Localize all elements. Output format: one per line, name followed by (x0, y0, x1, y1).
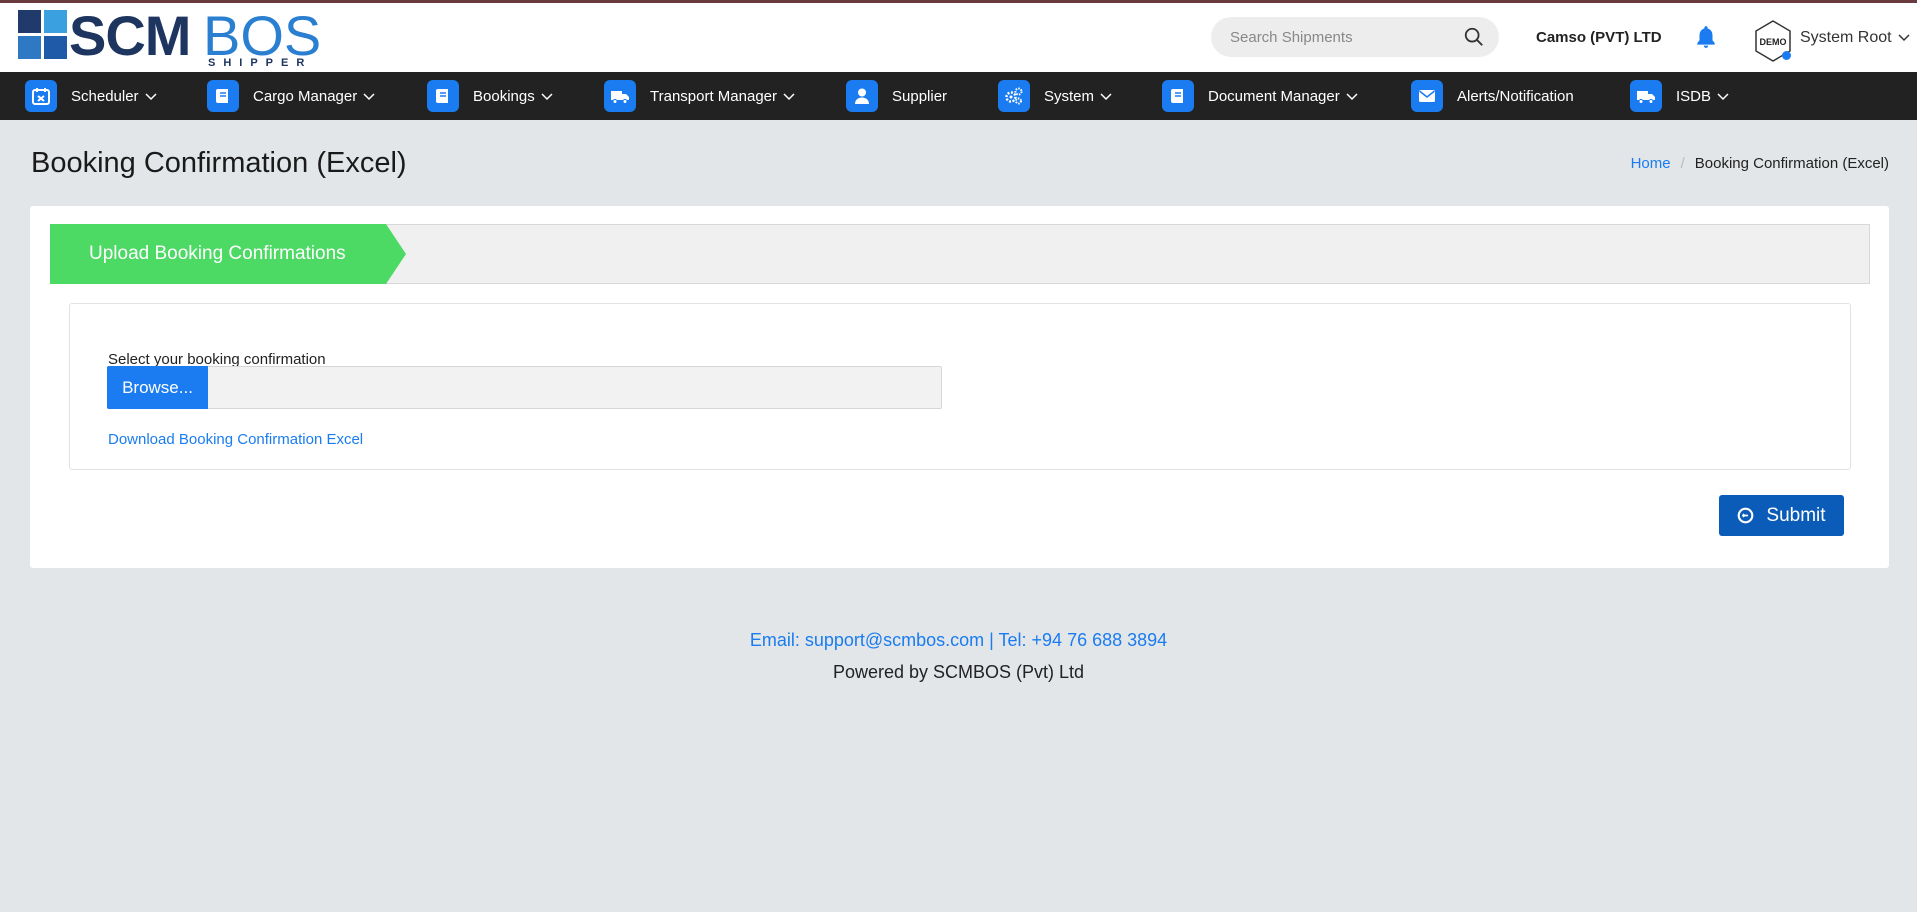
chevron-down-icon (363, 93, 375, 101)
logo-square (44, 36, 67, 59)
footer-powered-by: Powered by SCMBOS (Pvt) Ltd (832, 662, 1085, 682)
chevron-down-icon (145, 93, 157, 101)
top-header: SCM BOS SHIPPER Search Shipments Camso (… (0, 3, 1917, 72)
footer-contact[interactable]: Email: support@scmbos.com | Tel: +94 76 … (0, 630, 1917, 651)
chevron-down-icon (783, 93, 795, 101)
truck-icon (604, 80, 636, 112)
wizard-steps: Upload Booking Confirmations (50, 224, 1870, 284)
search-placeholder: Search Shipments (1230, 29, 1353, 46)
nav-item-document-manager[interactable]: Document Manager (1162, 72, 1358, 120)
avatar[interactable]: DEMO (1753, 19, 1793, 63)
logo-square (44, 10, 67, 33)
chevron-down-icon (1717, 93, 1729, 101)
envelope-icon (1411, 80, 1443, 112)
book-icon (207, 80, 239, 112)
download-template-link[interactable]: Download Booking Confirmation Excel (108, 431, 363, 448)
truck-icon (1630, 80, 1662, 112)
upload-card: Upload Booking Confirmations Select your… (30, 206, 1889, 568)
nav-item-supplier[interactable]: Supplier (846, 72, 947, 120)
nav-label: System (1044, 87, 1095, 105)
nav-item-system[interactable]: System (998, 72, 1112, 120)
browse-button[interactable]: Browse... (107, 366, 208, 409)
submit-label: Submit (1766, 504, 1826, 526)
arrow-circle-right-icon (1738, 507, 1754, 524)
company-name: Camso (PVT) LTD (1536, 29, 1662, 46)
nav-label: Bookings (473, 87, 535, 105)
online-status-dot (1782, 51, 1791, 60)
wizard-step-label: Upload Booking Confirmations (89, 243, 346, 264)
breadcrumb: Home / Booking Confirmation (Excel) (1631, 155, 1889, 172)
upload-form-panel: Select your booking confirmation Browse.… (69, 303, 1851, 470)
chevron-down-icon (1346, 93, 1358, 101)
user-menu[interactable]: System Root (1800, 29, 1910, 47)
nav-item-cargo-manager[interactable]: Cargo Manager (207, 72, 375, 120)
nav-item-bookings[interactable]: Bookings (427, 72, 553, 120)
notification-bell-icon[interactable] (1693, 24, 1719, 50)
breadcrumb-current: Booking Confirmation (Excel) (1694, 155, 1889, 172)
nav-label: Transport Manager (650, 87, 778, 105)
book-icon (427, 80, 459, 112)
search-icon[interactable] (1463, 26, 1485, 48)
book-icon (1162, 80, 1194, 112)
nav-item-scheduler[interactable]: Scheduler (25, 72, 157, 120)
nav-label: ISDB (1676, 87, 1712, 105)
calendar-icon (25, 80, 57, 112)
file-input[interactable]: Browse... (107, 366, 942, 409)
main-nav: Scheduler Cargo Manager Bookings Transpo… (0, 72, 1917, 120)
breadcrumb-home-link[interactable]: Home (1631, 155, 1671, 172)
search-input[interactable]: Search Shipments (1211, 17, 1499, 57)
logo-square (18, 10, 41, 33)
submit-button[interactable]: Submit (1719, 495, 1844, 536)
nav-item-isdb[interactable]: ISDB (1630, 72, 1729, 120)
user-name: System Root (1800, 29, 1892, 46)
chevron-down-icon (1898, 29, 1910, 47)
nav-item-alerts-notification[interactable]: Alerts/Notification (1411, 72, 1574, 120)
logo-text-primary: SCM (69, 4, 191, 67)
gears-icon (998, 80, 1030, 112)
breadcrumb-separator: / (1680, 155, 1685, 172)
nav-label: Supplier (892, 87, 948, 105)
page-title: Booking Confirmation (Excel) (31, 147, 407, 179)
nav-label: Scheduler (71, 87, 139, 105)
nav-item-transport-manager[interactable]: Transport Manager (604, 72, 795, 120)
logo-tagline: SHIPPER (208, 57, 313, 69)
scmbos-logo[interactable]: SCM BOS SHIPPER (18, 4, 323, 74)
nav-label: Cargo Manager (253, 87, 358, 105)
logo-square (18, 36, 41, 59)
chevron-down-icon (541, 93, 553, 101)
nav-label: Document Manager (1208, 87, 1340, 105)
user-icon (846, 80, 878, 112)
wizard-step-upload[interactable]: Upload Booking Confirmations (50, 224, 406, 284)
chevron-down-icon (1100, 93, 1112, 101)
nav-label: Alerts/Notification (1457, 87, 1574, 105)
avatar-text: DEMO (1760, 37, 1787, 47)
